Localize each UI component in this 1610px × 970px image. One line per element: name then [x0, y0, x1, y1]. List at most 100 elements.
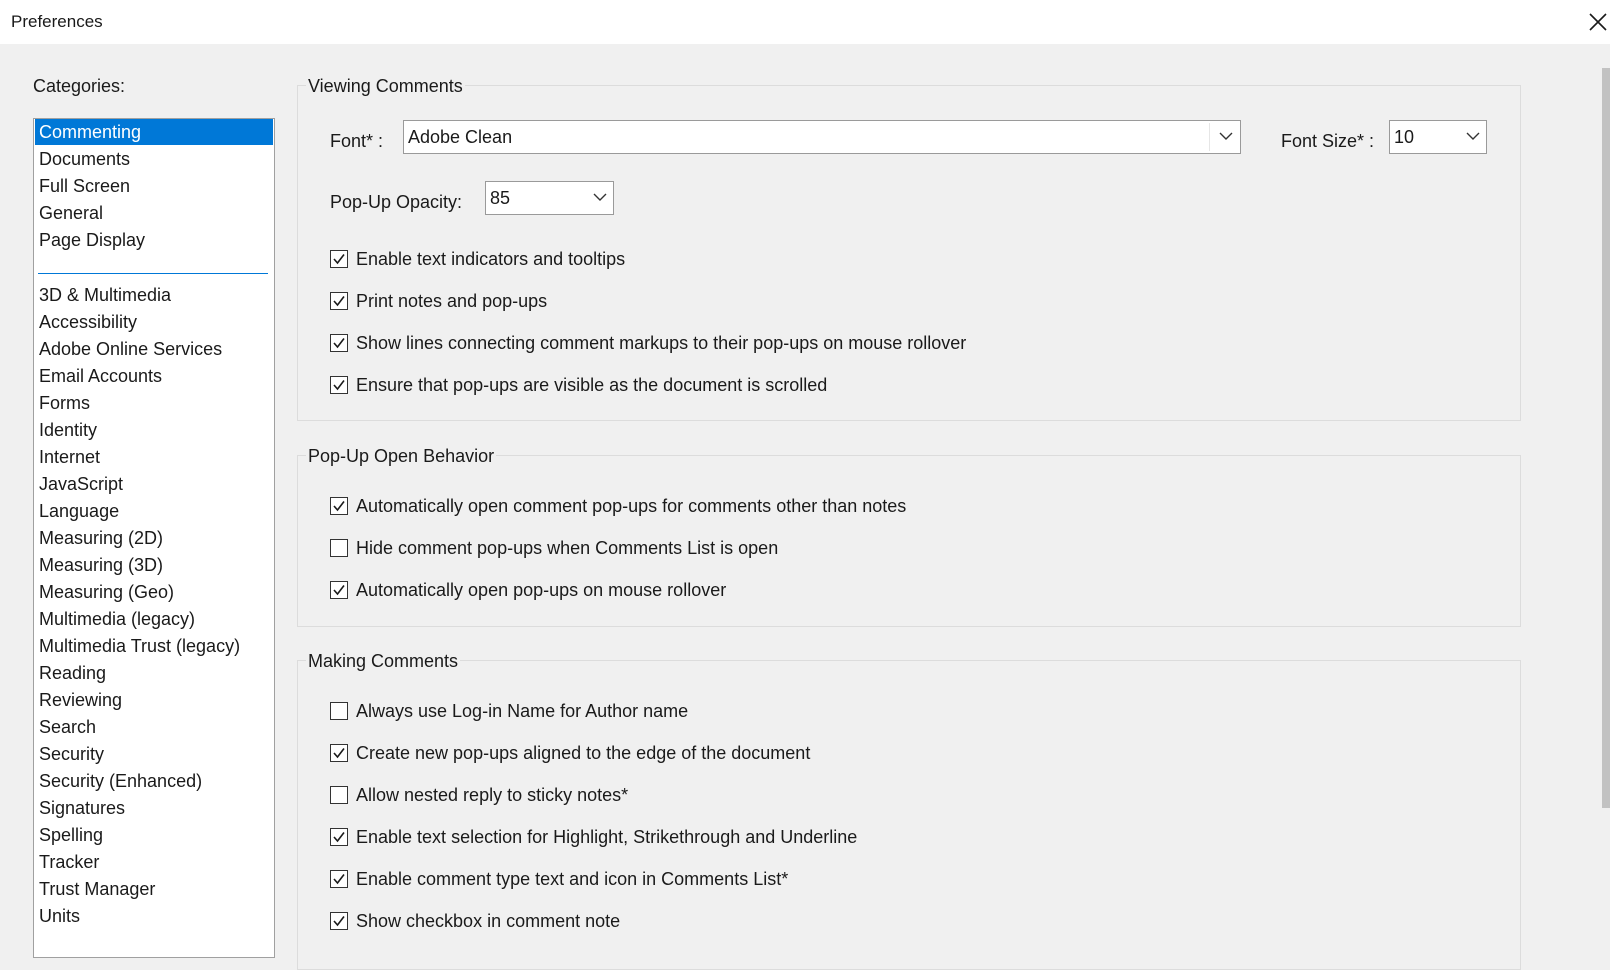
chevron-down-icon — [1466, 132, 1480, 140]
checkbox-comment-type[interactable] — [330, 870, 348, 888]
close-button[interactable] — [1586, 10, 1610, 34]
check-row-show-checkbox[interactable]: Show checkbox in comment note — [330, 909, 620, 933]
check-row-text-indicators[interactable]: Enable text indicators and tooltips — [330, 247, 625, 271]
font-size-label: Font Size* : — [1281, 131, 1375, 151]
checkbox-auto-open-comment-popups[interactable] — [330, 497, 348, 515]
check-row-nested-reply[interactable]: Allow nested reply to sticky notes* — [330, 783, 628, 807]
popup-opacity-select[interactable]: 85 — [485, 181, 614, 215]
popup-open-behavior-title: Pop-Up Open Behavior — [306, 445, 497, 467]
font-size-value: 10 — [1394, 127, 1415, 147]
category-item-security[interactable]: Security — [35, 741, 273, 767]
close-icon — [1589, 13, 1607, 31]
category-item-adobe-online-services[interactable]: Adobe Online Services — [35, 336, 273, 362]
check-label-comment-type: Enable comment type text and icon in Com… — [356, 868, 789, 889]
check-row-text-selection[interactable]: Enable text selection for Highlight, Str… — [330, 825, 857, 849]
scrollbar-thumb[interactable] — [1602, 68, 1610, 808]
window-title: Preferences — [11, 12, 103, 31]
checkmark-icon — [333, 832, 345, 843]
checkbox-show-checkbox[interactable] — [330, 912, 348, 930]
category-item-trust-manager[interactable]: Trust Manager — [35, 876, 273, 902]
check-label-show-checkbox: Show checkbox in comment note — [356, 910, 621, 931]
checkmark-icon — [333, 585, 345, 596]
check-label-text-selection: Enable text selection for Highlight, Str… — [356, 826, 858, 847]
category-item-email-accounts[interactable]: Email Accounts — [35, 363, 273, 389]
category-item-security-enhanced[interactable]: Security (Enhanced) — [35, 768, 273, 794]
checkmark-icon — [333, 296, 345, 307]
font-size-select[interactable]: 10 — [1389, 120, 1487, 154]
checkmark-icon — [333, 380, 345, 391]
check-label-auto-open-rollover: Automatically open pop-ups on mouse roll… — [356, 579, 727, 600]
check-label-aligned-popups: Create new pop-ups aligned to the edge o… — [356, 742, 811, 763]
category-item-measuring-geo[interactable]: Measuring (Geo) — [35, 579, 273, 605]
category-item-3d-multimedia[interactable]: 3D & Multimedia — [35, 282, 273, 308]
check-row-comment-type[interactable]: Enable comment type text and icon in Com… — [330, 867, 788, 891]
font-label: Font* : — [330, 131, 384, 151]
check-label-login-name: Always use Log-in Name for Author name — [356, 700, 689, 721]
checkbox-hide-popups[interactable] — [330, 539, 348, 557]
category-item-identity[interactable]: Identity — [35, 417, 273, 443]
checkbox-auto-open-rollover[interactable] — [330, 581, 348, 599]
checkmark-icon — [333, 254, 345, 265]
checkbox-print-notes[interactable] — [330, 292, 348, 310]
check-label-hide-popups: Hide comment pop-ups when Comments List … — [356, 537, 779, 558]
category-item-signatures[interactable]: Signatures — [35, 795, 273, 821]
font-select-divider — [1209, 123, 1210, 151]
check-row-print-notes[interactable]: Print notes and pop-ups — [330, 289, 547, 313]
viewing-comments-title: Viewing Comments — [306, 75, 465, 97]
category-item-internet[interactable]: Internet — [35, 444, 273, 470]
check-row-show-lines[interactable]: Show lines connecting comment markups to… — [330, 331, 966, 355]
check-row-auto-open-comment-popups[interactable]: Automatically open comment pop-ups for c… — [330, 494, 906, 518]
category-item-reading[interactable]: Reading — [35, 660, 273, 686]
check-row-auto-open-rollover[interactable]: Automatically open pop-ups on mouse roll… — [330, 578, 726, 602]
check-label-auto-open-comment-popups: Automatically open comment pop-ups for c… — [356, 495, 907, 516]
category-item-full-screen[interactable]: Full Screen — [35, 173, 273, 199]
category-item-language[interactable]: Language — [35, 498, 273, 524]
check-row-login-name[interactable]: Always use Log-in Name for Author name — [330, 699, 688, 723]
font-select-value: Adobe Clean — [408, 127, 513, 147]
category-item-general[interactable]: General — [35, 200, 273, 226]
category-item-measuring-2d[interactable]: Measuring (2D) — [35, 525, 273, 551]
checkbox-text-indicators[interactable] — [330, 250, 348, 268]
category-item-tracker[interactable]: Tracker — [35, 849, 273, 875]
checkmark-icon — [333, 748, 345, 759]
category-item-multimedia-trust-legacy[interactable]: Multimedia Trust (legacy) — [35, 633, 273, 659]
category-item-documents[interactable]: Documents — [35, 146, 273, 172]
checkbox-login-name[interactable] — [330, 702, 348, 720]
making-comments-title: Making Comments — [306, 650, 461, 672]
check-row-aligned-popups[interactable]: Create new pop-ups aligned to the edge o… — [330, 741, 810, 765]
chevron-down-icon — [593, 193, 607, 201]
category-item-units[interactable]: Units — [35, 903, 273, 929]
check-label-nested-reply: Allow nested reply to sticky notes* — [356, 784, 629, 805]
popup-opacity-label: Pop-Up Opacity: — [330, 192, 463, 212]
checkbox-nested-reply[interactable] — [330, 786, 348, 804]
category-item-page-display[interactable]: Page Display — [35, 227, 273, 253]
category-item-multimedia-legacy[interactable]: Multimedia (legacy) — [35, 606, 273, 632]
check-row-ensure-visible[interactable]: Ensure that pop-ups are visible as the d… — [330, 373, 827, 397]
category-item-measuring-3d[interactable]: Measuring (3D) — [35, 552, 273, 578]
categories-list[interactable]: Commenting Documents Full Screen General… — [33, 118, 275, 958]
check-label-print-notes: Print notes and pop-ups — [356, 290, 548, 311]
category-separator — [38, 273, 268, 274]
category-item-search[interactable]: Search — [35, 714, 273, 740]
check-row-hide-popups[interactable]: Hide comment pop-ups when Comments List … — [330, 536, 778, 560]
vertical-scrollbar[interactable] — [1598, 44, 1610, 948]
font-select[interactable]: Adobe Clean — [403, 120, 1241, 154]
check-label-ensure-visible: Ensure that pop-ups are visible as the d… — [356, 374, 828, 395]
category-item-commenting[interactable]: Commenting — [35, 119, 273, 145]
checkmark-icon — [333, 501, 345, 512]
check-label-show-lines: Show lines connecting comment markups to… — [356, 332, 967, 353]
checkmark-icon — [333, 338, 345, 349]
popup-opacity-value: 85 — [490, 188, 511, 208]
category-item-spelling[interactable]: Spelling — [35, 822, 273, 848]
category-item-accessibility[interactable]: Accessibility — [35, 309, 273, 335]
category-item-forms[interactable]: Forms — [35, 390, 273, 416]
checkbox-aligned-popups[interactable] — [330, 744, 348, 762]
checkbox-ensure-visible[interactable] — [330, 376, 348, 394]
checkmark-icon — [333, 874, 345, 885]
categories-label: Categories: — [33, 76, 126, 96]
category-item-javascript[interactable]: JavaScript — [35, 471, 273, 497]
checkbox-text-selection[interactable] — [330, 828, 348, 846]
checkmark-icon — [333, 916, 345, 927]
category-item-reviewing[interactable]: Reviewing — [35, 687, 273, 713]
checkbox-show-lines[interactable] — [330, 334, 348, 352]
